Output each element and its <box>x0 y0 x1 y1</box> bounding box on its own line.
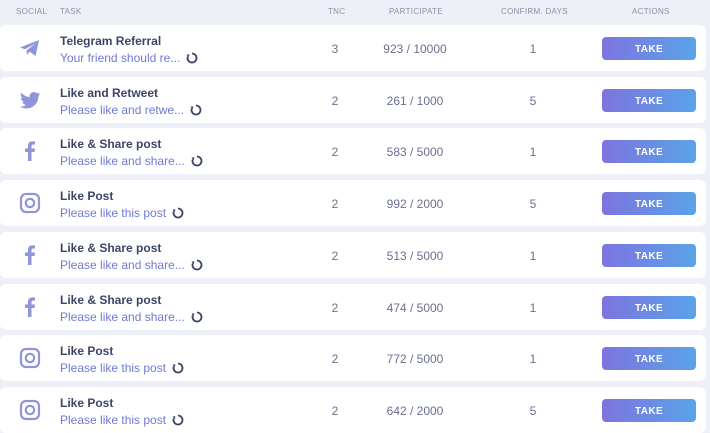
task-description-text: Please like this post <box>60 412 167 427</box>
tnc-value: 2 <box>331 197 339 212</box>
instagram-icon <box>18 191 42 215</box>
take-button[interactable]: TAKE <box>602 243 696 267</box>
confirm-days-value: 5 <box>529 197 537 212</box>
telegram-icon <box>18 36 42 60</box>
task-description: Please like and retwe... <box>60 103 202 117</box>
take-button[interactable]: TAKE <box>602 88 696 112</box>
task-description-text: Please like and share... <box>60 154 185 169</box>
participate-value: 261 / 1000 <box>386 93 444 108</box>
tnc-value: 2 <box>331 300 339 315</box>
take-button[interactable]: TAKE <box>602 192 696 216</box>
take-button[interactable]: TAKE <box>602 140 696 164</box>
tnc-value: 2 <box>331 352 339 367</box>
table-header: SOCIAL TASK TNC PARTICIPATE CONFIRM. DAY… <box>0 0 710 22</box>
refresh-icon[interactable] <box>191 259 203 271</box>
refresh-icon[interactable] <box>191 311 203 323</box>
instagram-icon <box>18 346 42 370</box>
refresh-icon[interactable] <box>172 207 184 219</box>
task-title: Like Post <box>60 344 114 359</box>
instagram-icon <box>18 398 42 422</box>
participate-value: 642 / 2000 <box>386 403 444 418</box>
task-description: Please like and share... <box>60 154 203 168</box>
task-title: Telegram Referral <box>60 34 162 48</box>
header-actions: ACTIONS <box>632 7 670 16</box>
confirm-days-value: 1 <box>529 300 537 315</box>
participate-value: 583 / 5000 <box>386 145 444 160</box>
refresh-icon[interactable] <box>172 414 184 426</box>
task-description-text: Please like and retwe... <box>60 102 185 117</box>
header-participate: PARTICIPATE <box>389 7 443 16</box>
take-button[interactable]: TAKE <box>602 295 696 319</box>
facebook-icon <box>18 243 42 267</box>
header-tnc: TNC <box>328 7 346 16</box>
task-title: Like Post <box>60 395 114 410</box>
confirm-days-value: 1 <box>529 42 537 56</box>
task-description: Please like this post <box>60 361 184 375</box>
table-row: Like and Retweet Please like and retwe...… <box>0 76 706 123</box>
task-title: Like & Share post <box>60 240 162 255</box>
task-description: Please like this post <box>60 206 184 220</box>
header-task: TASK <box>60 7 82 16</box>
confirm-days-value: 1 <box>529 145 537 160</box>
tnc-value: 2 <box>331 403 339 418</box>
task-title: Like and Retweet <box>60 85 159 100</box>
task-description-text: Your friend should re... <box>60 51 181 65</box>
task-description: Please like this post <box>60 413 184 427</box>
table-row: Like Post Please like this post 2 992 / 200… <box>0 180 706 227</box>
task-table: SOCIAL TASK TNC PARTICIPATE CONFIRM. DAY… <box>0 0 710 433</box>
refresh-icon[interactable] <box>191 155 203 167</box>
tnc-value: 2 <box>331 145 339 160</box>
twitter-icon <box>18 88 42 112</box>
table-row: Telegram Referral Your friend should re..… <box>0 25 706 71</box>
confirm-days-value: 5 <box>529 403 537 418</box>
task-title: Like Post <box>60 189 114 204</box>
table-row: Like & Share post Please like and share..… <box>0 128 706 175</box>
facebook-icon <box>18 139 42 163</box>
refresh-icon[interactable] <box>172 362 184 374</box>
task-description: Please like and share... <box>60 258 203 272</box>
refresh-icon[interactable] <box>186 52 198 64</box>
task-description-text: Please like this post <box>60 361 167 376</box>
confirm-days-value: 1 <box>529 352 537 367</box>
task-description: Your friend should re... <box>60 51 198 65</box>
confirm-days-value: 5 <box>529 93 537 108</box>
task-description-text: Please like this post <box>60 206 167 221</box>
task-description: Please like and share... <box>60 310 203 324</box>
table-row: Like & Share post Please like and share..… <box>0 231 706 278</box>
task-description-text: Please like and share... <box>60 309 185 324</box>
confirm-days-value: 1 <box>529 248 537 263</box>
take-button[interactable]: TAKE <box>602 398 696 422</box>
task-title: Like & Share post <box>60 137 162 152</box>
table-row: Like Post Please like this post 2 772 / 500… <box>0 335 706 382</box>
table-row: Like Post Please like this post 2 642 / 200… <box>0 386 706 433</box>
facebook-icon <box>18 295 42 319</box>
tnc-value: 2 <box>331 93 339 108</box>
participate-value: 992 / 2000 <box>386 197 444 212</box>
participate-value: 474 / 5000 <box>386 300 444 315</box>
tnc-value: 2 <box>331 248 339 263</box>
refresh-icon[interactable] <box>190 104 202 116</box>
task-title: Like & Share post <box>60 292 162 307</box>
header-confirm-days: CONFIRM. DAYS <box>501 7 568 16</box>
table-row: Like & Share post Please like and share..… <box>0 283 706 330</box>
participate-value: 923 / 10000 <box>383 42 447 56</box>
tnc-value: 3 <box>331 42 339 56</box>
participate-value: 513 / 5000 <box>386 248 444 263</box>
header-social: SOCIAL <box>16 7 48 16</box>
participate-value: 772 / 5000 <box>386 352 444 367</box>
take-button[interactable]: TAKE <box>602 347 696 371</box>
take-button[interactable]: TAKE <box>602 37 696 60</box>
task-description-text: Please like and share... <box>60 257 185 272</box>
